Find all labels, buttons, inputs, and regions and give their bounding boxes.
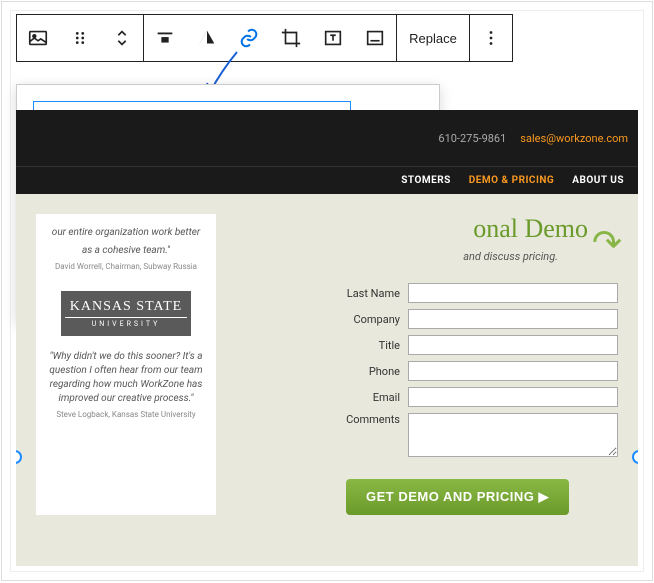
curve-arrow-icon: ↷ bbox=[592, 222, 622, 264]
last-name-field[interactable] bbox=[408, 283, 618, 303]
header-email: sales@workzone.com bbox=[520, 132, 628, 145]
drag-handle-icon[interactable] bbox=[59, 15, 101, 61]
image-block-icon[interactable] bbox=[17, 15, 59, 61]
nav-customers: STOMERS bbox=[401, 175, 451, 186]
image-preview[interactable]: 610-275-9861 sales@workzone.com STOMERS … bbox=[16, 110, 638, 566]
comments-field[interactable] bbox=[408, 413, 618, 457]
more-options-icon[interactable] bbox=[470, 15, 512, 61]
block-toolbar: Replace bbox=[16, 14, 513, 62]
text-overlay-icon[interactable] bbox=[312, 15, 354, 61]
email-field[interactable] bbox=[408, 387, 618, 407]
demo-subtitle: and discuss pricing. bbox=[246, 250, 618, 263]
company-field[interactable] bbox=[408, 309, 618, 329]
get-demo-button[interactable]: GET DEMO AND PRICING ▶ bbox=[346, 479, 569, 515]
crop-icon[interactable] bbox=[270, 15, 312, 61]
site-header: 610-275-9861 sales@workzone.com bbox=[16, 110, 638, 166]
title-field[interactable] bbox=[408, 335, 618, 355]
kstate-logo: KANSAS STATE UNIVERSITY bbox=[61, 291, 191, 336]
align-icon[interactable] bbox=[144, 15, 186, 61]
move-arrows-icon[interactable] bbox=[101, 15, 143, 61]
demo-form-column: onal Demo↷ and discuss pricing. Last Nam… bbox=[246, 214, 618, 515]
caption-icon[interactable] bbox=[354, 15, 396, 61]
phone-field[interactable] bbox=[408, 361, 618, 381]
nav-demo: DEMO & PRICING bbox=[469, 175, 554, 186]
link-icon[interactable] bbox=[228, 15, 270, 61]
testimonial-column: our entire organization work better as a… bbox=[36, 214, 216, 515]
dual-tone-icon[interactable] bbox=[186, 15, 228, 61]
nav-about: ABOUT US bbox=[572, 175, 624, 186]
demo-title: onal Demo↷ bbox=[246, 214, 618, 244]
replace-button[interactable]: Replace bbox=[397, 15, 469, 61]
header-phone: 610-275-9861 bbox=[438, 132, 506, 145]
